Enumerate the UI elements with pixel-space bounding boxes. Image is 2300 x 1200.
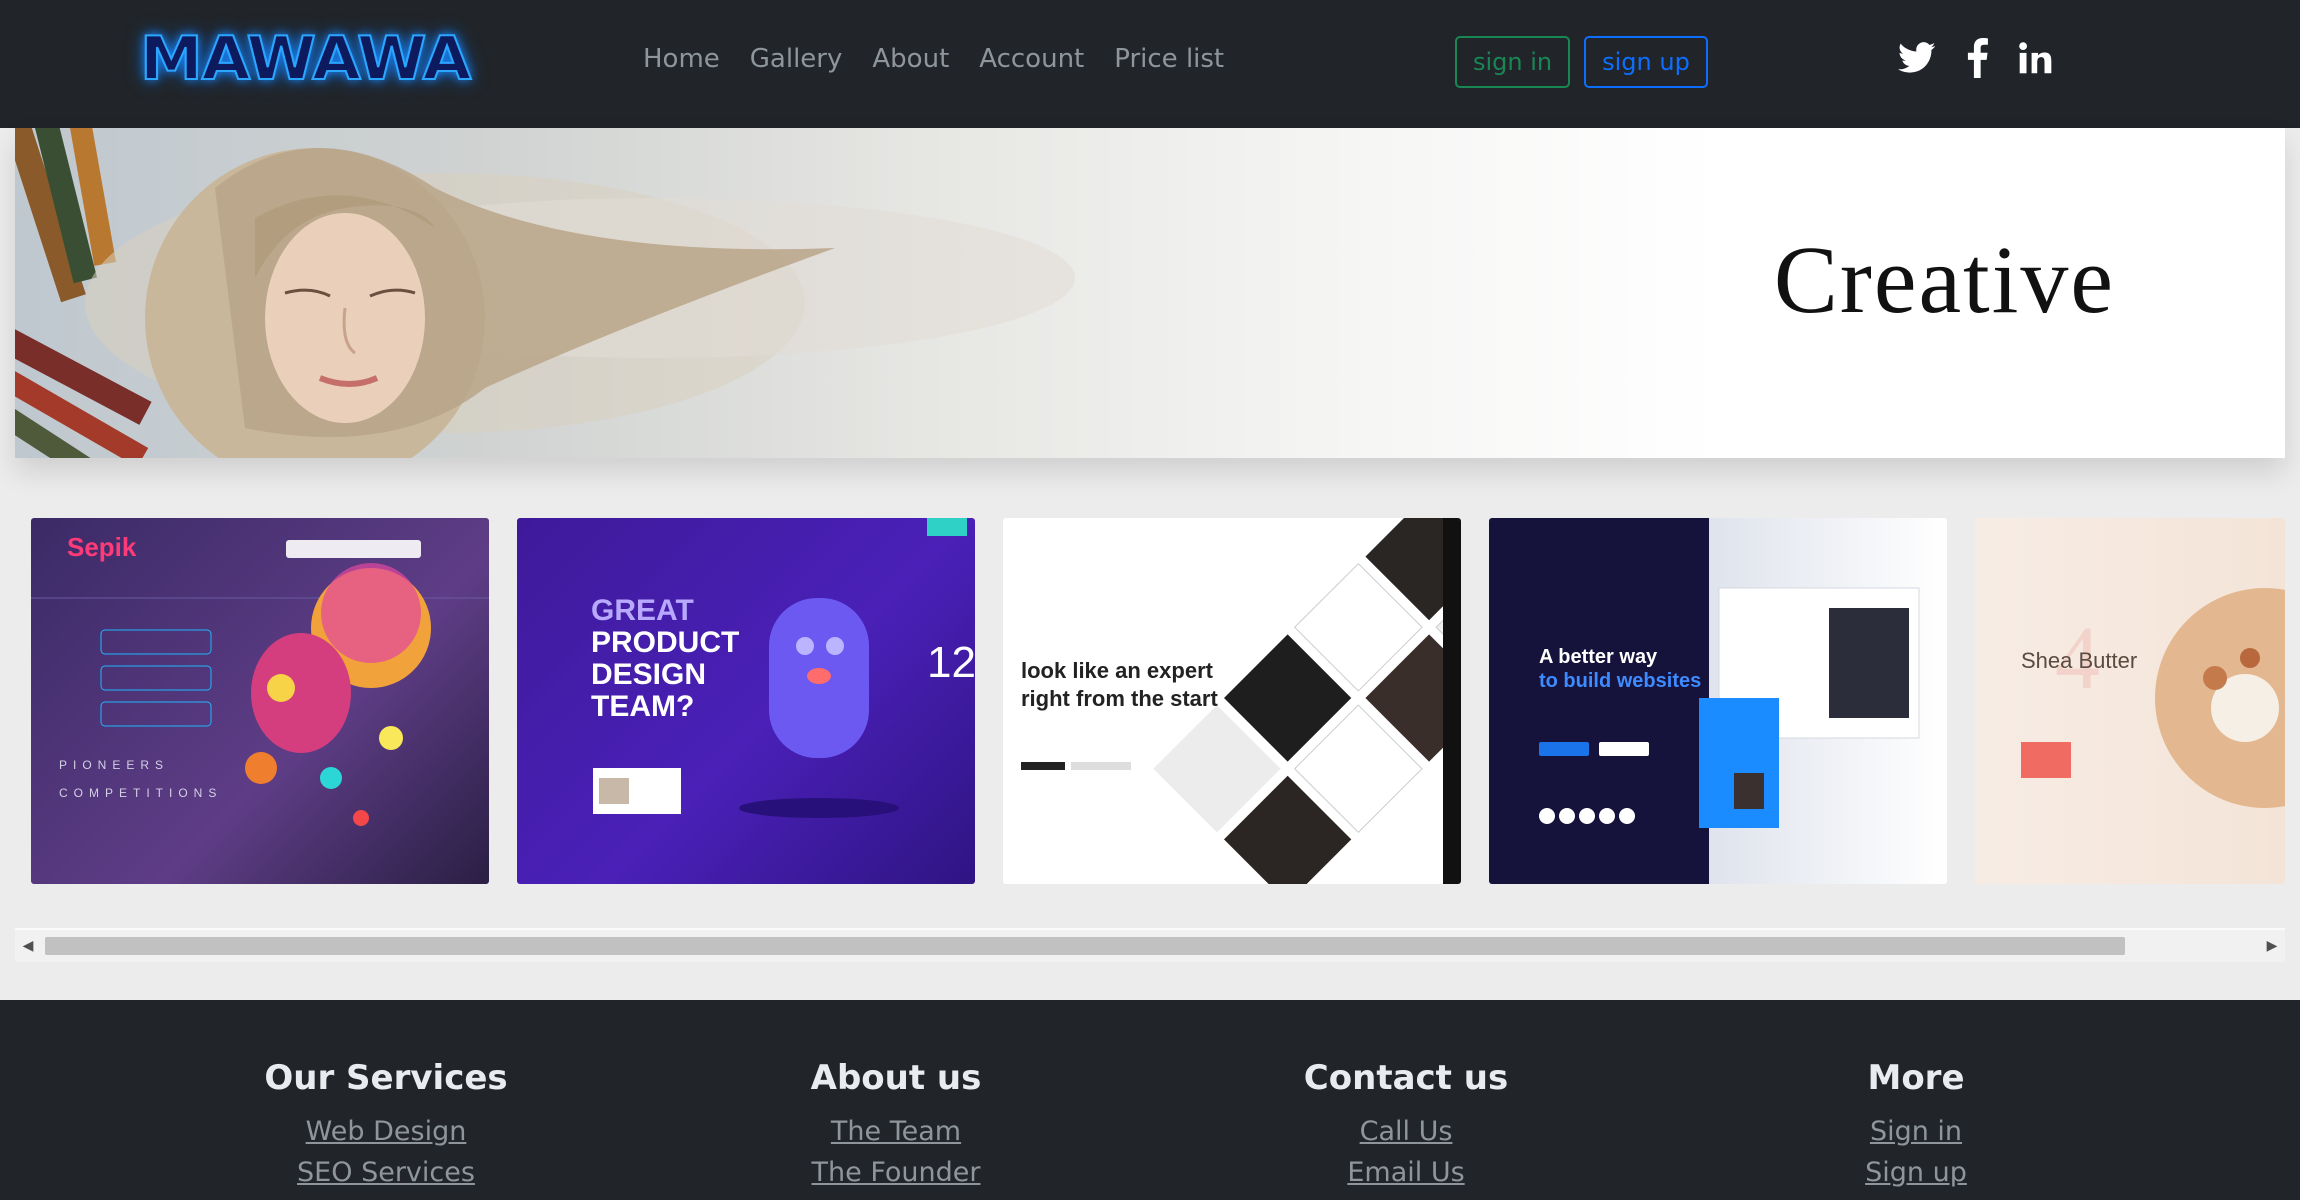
hero-tagline: Creative <box>1773 226 2115 333</box>
footer-heading: Contact us <box>1303 1058 1509 1098</box>
scroll-left-arrow-icon[interactable]: ◀ <box>15 930 41 962</box>
nav-link-price-list[interactable]: Price list <box>1114 44 1224 74</box>
footer-link-web-design[interactable]: Web Design <box>186 1116 586 1147</box>
social-links <box>1898 38 2052 78</box>
gallery-card[interactable]: 4 Shea Butter <box>1975 518 2285 884</box>
sign-in-button[interactable]: sign in <box>1455 36 1571 88</box>
nav-link-gallery[interactable]: Gallery <box>750 44 843 74</box>
card-counter: 12 <box>927 638 975 687</box>
navbar: MAWAWA Home Gallery About Account Price … <box>0 0 2300 128</box>
footer-link-the-team[interactable]: The Team <box>696 1116 1096 1147</box>
auth-buttons: sign in sign up <box>1455 36 1708 88</box>
scroll-right-arrow-icon[interactable]: ▶ <box>2259 930 2285 962</box>
card-headline: TEAM? <box>591 690 695 723</box>
gallery-card[interactable]: A better way to build websites <box>1489 518 1947 884</box>
gallery-strip[interactable]: Sepik PIONEERS COMPETITIONS GREAT PRODUC… <box>15 488 2285 900</box>
footer-heading: Our Services <box>264 1058 508 1098</box>
card-artwork: 4 <box>2021 588 2285 808</box>
card-headline: GREAT <box>591 594 694 627</box>
footer-heading: More <box>1867 1058 1965 1098</box>
footer-link-sign-up[interactable]: Sign up <box>1716 1157 2116 1188</box>
card-headline: DESIGN <box>591 658 707 691</box>
footer-link-call-us[interactable]: Call Us <box>1206 1116 1606 1147</box>
card-headline: to build websites <box>1539 670 1702 692</box>
nav-menu: Home Gallery About Account Price list <box>643 44 1224 74</box>
gallery-card[interactable]: GREAT PRODUCT DESIGN TEAM? 12 <box>517 518 975 884</box>
scrollbar-thumb[interactable] <box>45 937 2125 955</box>
nav-link-about[interactable]: About <box>872 44 949 74</box>
gallery-card[interactable]: look like an expert right from the start <box>1003 518 1461 884</box>
card-caption: COMPETITIONS <box>59 786 223 800</box>
footer-link-sign-in[interactable]: Sign in <box>1716 1116 2116 1147</box>
card-headline: look like an expert <box>1021 658 1213 683</box>
sign-up-button[interactable]: sign up <box>1584 36 1708 88</box>
footer-column-contact: Contact us Call Us Email Us <box>1206 1058 1606 1198</box>
portrait-graphic <box>85 148 1075 458</box>
gallery-card[interactable]: Sepik PIONEERS COMPETITIONS <box>31 518 489 884</box>
card-headline: right from the start <box>1021 686 1218 711</box>
linkedin-icon[interactable] <box>2018 41 2052 75</box>
gallery-scrollbar[interactable]: ◀ ▶ <box>15 928 2285 962</box>
footer-heading: About us <box>810 1058 982 1098</box>
card-headline: Shea Butter <box>2021 648 2138 673</box>
footer-link-email-us[interactable]: Email Us <box>1206 1157 1606 1188</box>
card-artwork <box>593 518 967 818</box>
footer-column-more: More Sign in Sign up <box>1716 1058 2116 1198</box>
hero-banner: Creative <box>15 128 2285 458</box>
card-artwork <box>1539 587 1920 828</box>
footer-link-the-founder[interactable]: The Founder <box>696 1157 1096 1188</box>
nav-link-account[interactable]: Account <box>979 44 1084 74</box>
nav-link-home[interactable]: Home <box>643 44 720 74</box>
gallery-track: Sepik PIONEERS COMPETITIONS GREAT PRODUC… <box>15 518 2285 888</box>
footer-column-services: Our Services Web Design SEO Services <box>186 1058 586 1198</box>
footer: Our Services Web Design SEO Services Abo… <box>0 1000 2300 1200</box>
card-headline: PRODUCT <box>591 626 740 659</box>
brand-logo[interactable]: MAWAWA <box>139 23 472 95</box>
card-caption: PIONEERS <box>59 758 170 772</box>
hero-illustration <box>15 128 1075 458</box>
footer-link-seo-services[interactable]: SEO Services <box>186 1157 586 1188</box>
footer-column-about: About us The Team The Founder <box>696 1058 1096 1198</box>
card-artwork <box>31 540 489 826</box>
card-brand: Sepik <box>67 532 137 562</box>
twitter-icon[interactable] <box>1898 42 1936 74</box>
facebook-icon[interactable] <box>1966 38 1988 78</box>
card-headline: A better way <box>1539 646 1658 668</box>
